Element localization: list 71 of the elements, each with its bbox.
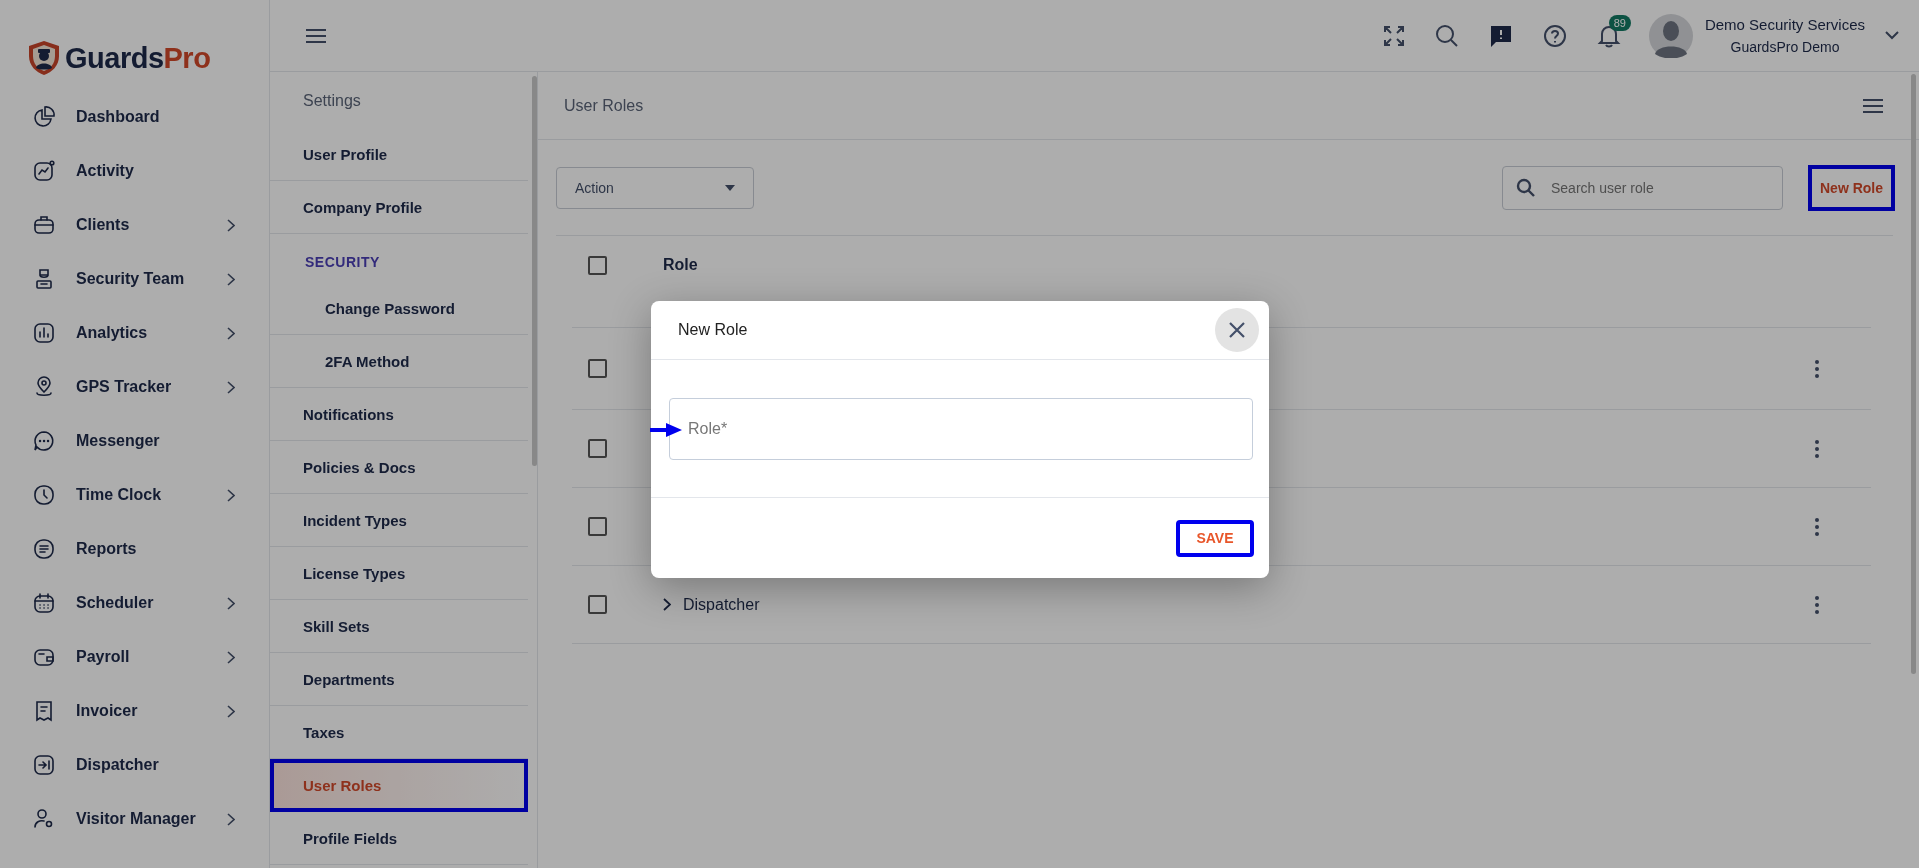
more-options-icon[interactable] [1815,595,1819,614]
checkbox[interactable] [588,439,607,458]
settings-item[interactable]: Departments [270,653,528,706]
logo-text: GuardsPro [65,41,211,75]
nav-item[interactable]: Activity [0,144,269,198]
more-options-icon[interactable] [1815,439,1819,458]
more-options-icon[interactable] [1815,359,1819,378]
role-input-field[interactable]: Role* [669,397,1253,460]
fullscreen-icon[interactable] [1382,24,1405,47]
dialog-title: New Role [678,321,748,339]
checkbox[interactable] [588,256,607,275]
settings-item[interactable]: Skill Sets [270,600,528,653]
scrollbar[interactable] [1911,74,1916,674]
close-button[interactable] [1215,308,1259,352]
new-role-button[interactable]: New Role [1808,164,1895,211]
settings-item[interactable]: Notifications [270,388,528,441]
clock-icon [32,483,56,507]
notification-count: 89 [1608,14,1631,31]
checkbox[interactable] [588,517,607,536]
table-cell: Dispatcher [683,595,760,614]
settings-item[interactable]: Policies & Docs [270,441,528,494]
more-options-icon[interactable] [1815,517,1819,536]
nav-item[interactable]: Security Team [0,252,269,306]
settings-item[interactable]: User Profile [270,128,528,181]
calendar-icon [32,591,56,615]
page-title: User Roles [564,96,644,115]
chat-bubble-icon [32,429,56,453]
pie-chart-icon [32,105,56,129]
search-field[interactable]: Search user role [1502,165,1783,210]
avatar-icon[interactable] [1648,13,1693,58]
briefcase-icon [32,213,56,237]
user-name[interactable]: Demo Security Services [1704,16,1865,33]
settings-item[interactable]: License Types [270,547,528,600]
nav-item[interactable]: Invoicer [0,684,269,738]
settings-item[interactable]: Company Profile [270,181,528,234]
document-icon [32,537,56,561]
chevron-down-icon[interactable] [1885,31,1899,40]
settings-title: Settings [302,91,362,111]
nav-item[interactable]: GPS Tracker [0,360,269,414]
nav-item[interactable]: Messenger [0,414,269,468]
nav-item[interactable]: Visitor Manager [0,792,269,846]
menu-icon[interactable] [306,28,326,43]
logo-icon [27,40,61,76]
action-dropdown[interactable]: Action [556,166,754,209]
nav-item[interactable]: Reports [0,522,269,576]
help-icon[interactable] [1542,23,1567,48]
settings-item[interactable]: Profile Fields [270,812,528,865]
nav-item[interactable]: Scheduler [0,576,269,630]
settings-item[interactable]: 2FA Method [270,335,528,388]
checkbox[interactable] [588,359,607,378]
section-heading: SECURITY [304,253,381,272]
nav-item[interactable]: Payroll [0,630,269,684]
caret-icon [725,184,735,191]
message-alert-icon[interactable] [1488,23,1513,48]
company-name: GuardsPro Demo [1730,39,1840,55]
bar-chart-icon [32,321,56,345]
checkbox[interactable] [588,595,607,614]
search-icon[interactable] [1434,23,1459,48]
save-button[interactable]: SAVE [1176,519,1254,557]
scrollbar[interactable] [532,76,537,466]
nav-item[interactable]: Dispatcher [0,738,269,792]
menu-icon[interactable] [1863,98,1883,113]
chevron-right-icon[interactable] [663,598,671,611]
settings-item[interactable]: Incident Types [270,494,528,547]
column-header: Role [663,256,698,274]
settings-item[interactable]: Change Password [270,282,528,335]
nav-item[interactable]: Time Clock [0,468,269,522]
close-icon [1228,321,1246,339]
nav-item[interactable]: Clients [0,198,269,252]
nav-item[interactable]: Analytics [0,306,269,360]
nav-item[interactable]: Dashboard [0,90,269,144]
